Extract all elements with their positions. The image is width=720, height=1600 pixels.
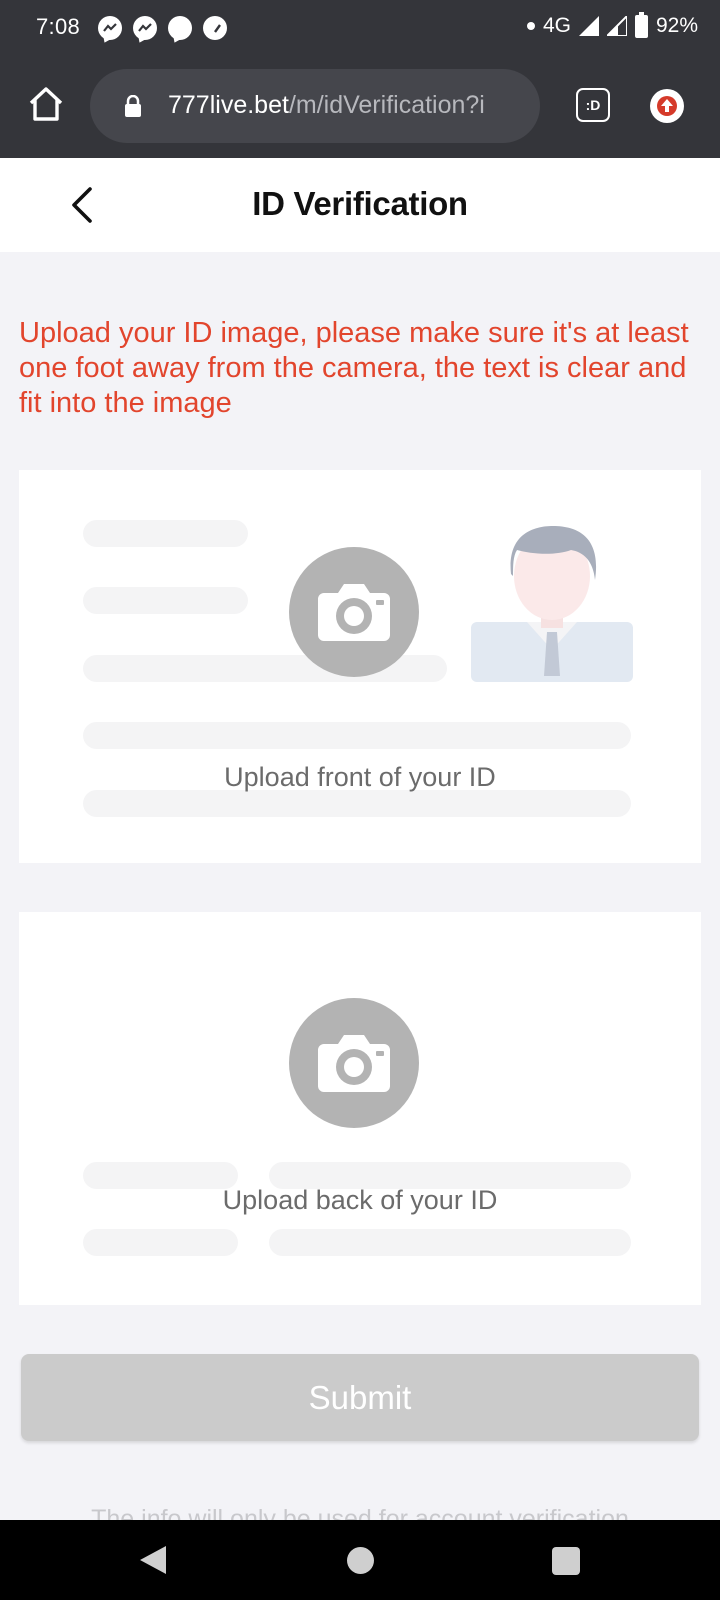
placeholder-line [83,1229,238,1256]
page-title: ID Verification [252,185,468,222]
nav-recents-icon[interactable] [552,1547,580,1575]
system-nav-bar [0,1520,720,1600]
status-time: 7:08 [36,14,81,39]
nav-home-icon[interactable] [347,1547,374,1574]
messenger-icon [98,16,122,40]
messenger-icon [133,16,157,40]
speedometer-icon [203,16,227,40]
data-signal-icon [578,16,599,36]
placeholder-line [83,790,631,817]
lock-icon [125,95,141,117]
reader-mode-button[interactable]: :D [576,88,610,122]
status-bar: 7:08 4G 92% [0,0,720,56]
upload-instruction: Upload your ID image, please make sure i… [19,317,689,419]
upload-back-card[interactable]: Upload back of your ID [19,912,701,1305]
network-type: 4G [542,14,571,37]
home-icon[interactable] [26,84,66,124]
submit-button[interactable]: Submit [21,1354,699,1441]
placeholder-line [269,1229,631,1256]
nav-back-icon[interactable] [138,1544,168,1576]
cell-signal-icon [606,16,627,36]
battery-icon [634,11,648,38]
update-icon[interactable] [650,89,684,123]
upload-front-label: Upload front of your ID [224,762,496,792]
battery-percent: 92% [655,14,698,37]
address-bar[interactable]: 777live.bet/m/idVerification?i [90,69,540,143]
placeholder-line [83,587,248,614]
browser-toolbar: 777live.bet/m/idVerification?i :D [0,56,720,158]
id-photo-placeholder-icon [471,526,633,682]
camera-icon[interactable] [289,998,419,1128]
placeholder-line [83,520,248,547]
camera-icon[interactable] [289,547,419,677]
chat-bubble-icon [168,16,192,40]
url-host: 777live.bet [168,91,289,119]
url-path: /m/idVerification?i [288,91,485,119]
notification-dot-icon [526,22,535,30]
url-text: 777live.bet/m/idVerification?i [168,91,524,120]
system-status: 4G 92% [526,11,698,38]
placeholder-line [83,722,631,749]
notification-icons [98,16,227,40]
page-header: ID Verification [0,158,720,252]
upload-front-card[interactable]: Upload front of your ID [19,470,701,863]
upload-back-label: Upload back of your ID [222,1185,498,1215]
